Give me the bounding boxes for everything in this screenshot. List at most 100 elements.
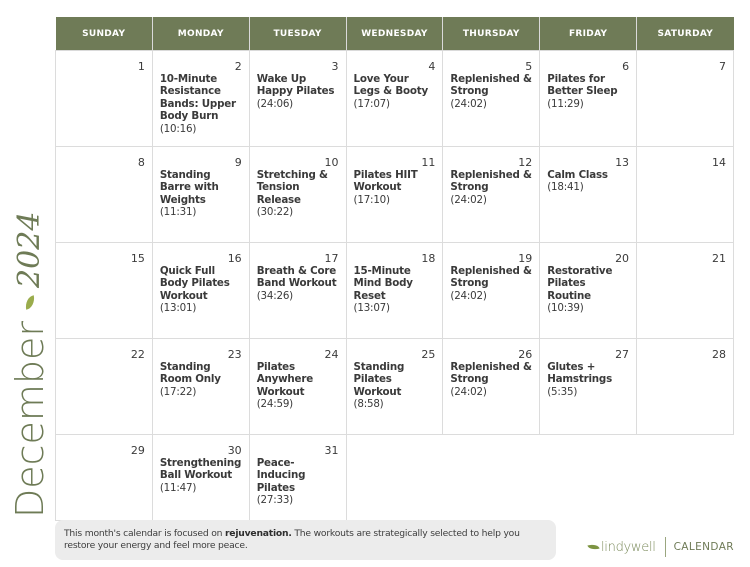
day-cell[interactable]: 31 Peace-Inducing Pilates (27:33): [248, 434, 347, 521]
workout-title[interactable]: Wake Up Happy Pilates: [257, 73, 340, 98]
workout-entry[interactable]: 15-Minute Mind Body Reset (13:07): [347, 265, 443, 315]
workout-entry[interactable]: Peace-Inducing Pilates (27:33): [250, 457, 346, 507]
workout-entry[interactable]: Love Your Legs & Booty (17:07): [347, 73, 443, 110]
workout-duration: (10:16): [159, 122, 197, 135]
day-number: 25: [421, 348, 436, 361]
day-cell[interactable]: 5 Replenished & Strong (24:02): [442, 50, 541, 147]
day-number: 28: [712, 348, 726, 361]
day-cell[interactable]: 24 Pilates Anywhere Workout (24:59): [248, 338, 347, 435]
workout-duration: (13:07): [353, 302, 391, 315]
workout-title[interactable]: Standing Room Only: [160, 361, 243, 386]
weekday-header-saturday: SATURDAY: [636, 17, 734, 51]
workout-duration: (13:01): [159, 302, 197, 315]
workout-entry[interactable]: Pilates Anywhere Workout (24:59): [250, 361, 346, 411]
day-number: 1: [137, 60, 145, 73]
leaf-icon: [587, 542, 600, 552]
workout-title[interactable]: Replenished & Strong: [450, 73, 533, 98]
workout-duration: (17:10): [353, 193, 391, 206]
day-cell[interactable]: 10 Stretching & Tension Release (30:22): [248, 146, 347, 243]
day-cell[interactable]: 13 Calm Class (18:41): [539, 146, 638, 243]
day-number: 16: [227, 252, 242, 265]
workout-title[interactable]: Stretching & Tension Release: [257, 169, 340, 206]
workout-entry[interactable]: Restorative Pilates Routine (10:39): [540, 265, 636, 315]
workout-title[interactable]: Breath & Core Band Workout: [257, 265, 340, 290]
workout-title[interactable]: Pilates for Better Sleep: [547, 73, 630, 98]
day-cell: 1: [55, 50, 153, 147]
workout-entry[interactable]: Standing Pilates Workout (8:58): [347, 361, 443, 411]
month-label: December: [8, 320, 52, 518]
workout-title[interactable]: Restorative Pilates Routine: [547, 265, 630, 302]
day-cell[interactable]: 25 Standing Pilates Workout (8:58): [345, 338, 444, 435]
day-cell[interactable]: 20 Restorative Pilates Routine (10:39): [539, 242, 638, 339]
week-row: 29 30 Strengthening Ball Workout (11:47) 31 P…: [55, 434, 734, 521]
workout-title[interactable]: Glutes + Hamstrings: [547, 361, 630, 386]
workout-entry[interactable]: Glutes + Hamstrings (5:35): [540, 361, 636, 398]
day-cell[interactable]: 18 15-Minute Mind Body Reset (13:07): [345, 242, 444, 339]
day-cell[interactable]: 4 Love Your Legs & Booty (17:07): [345, 50, 444, 147]
workout-entry[interactable]: Wake Up Happy Pilates (24:06): [250, 73, 346, 110]
workout-entry[interactable]: Stretching & Tension Release (30:22): [250, 169, 346, 219]
note-text-before: This month's calendar is focused on: [64, 528, 225, 539]
day-number: 29: [130, 444, 145, 457]
workout-entry[interactable]: Replenished & Strong (24:02): [443, 265, 539, 302]
day-cell[interactable]: 16 Quick Full Body Pilates Workout (13:01): [151, 242, 250, 339]
day-number: 27: [615, 348, 630, 361]
workout-duration: (5:35): [547, 385, 578, 398]
day-cell[interactable]: 9 Standing Barre with Weights (11:31): [151, 146, 250, 243]
workout-entry[interactable]: Replenished & Strong (24:02): [443, 361, 539, 398]
workout-entry[interactable]: Calm Class (18:41): [540, 169, 636, 194]
workout-entry[interactable]: Replenished & Strong (24:02): [443, 73, 539, 110]
day-number: 18: [421, 252, 436, 265]
day-cell[interactable]: 27 Glutes + Hamstrings (5:35): [539, 338, 638, 435]
workout-entry[interactable]: Quick Full Body Pilates Workout (13:01): [153, 265, 249, 315]
workout-title[interactable]: Peace-Inducing Pilates: [257, 457, 340, 494]
workout-title[interactable]: Replenished & Strong: [450, 361, 533, 386]
workout-entry[interactable]: Pilates HIIT Workout (17:10): [347, 169, 443, 206]
workout-title[interactable]: Calm Class: [547, 169, 630, 181]
weekday-header-sunday: SUNDAY: [55, 17, 153, 51]
day-cell[interactable]: 30 Strengthening Ball Workout (11:47): [151, 434, 250, 521]
empty-day-cell: [345, 434, 443, 521]
weekday-header-monday: MONDAY: [151, 17, 250, 51]
workout-entry[interactable]: Standing Barre with Weights (11:31): [153, 169, 249, 219]
day-cell[interactable]: 17 Breath & Core Band Workout (34:26): [248, 242, 347, 339]
workout-title[interactable]: Standing Pilates Workout: [354, 361, 437, 398]
day-cell: 8: [55, 146, 153, 243]
workout-entry[interactable]: Breath & Core Band Workout (34:26): [250, 265, 346, 302]
monthly-focus-note: This month's calendar is focused on reju…: [55, 520, 556, 560]
workout-entry[interactable]: Pilates for Better Sleep (11:29): [540, 73, 636, 110]
day-number: 4: [428, 60, 436, 73]
day-number: 10: [324, 156, 339, 169]
workout-duration: (24:02): [450, 385, 487, 398]
day-cell[interactable]: 19 Replenished & Strong (24:02): [442, 242, 541, 339]
workout-duration: (10:39): [547, 302, 584, 315]
workout-title[interactable]: Standing Barre with Weights: [160, 169, 243, 206]
weekday-header-row: SUNDAY MONDAY TUESDAY WEDNESDAY THURSDAY FRID…: [55, 17, 734, 51]
workout-entry[interactable]: Replenished & Strong (24:02): [443, 169, 539, 206]
workout-entry[interactable]: Strengthening Ball Workout (11:47): [153, 457, 249, 494]
workout-title[interactable]: Strengthening Ball Workout: [160, 457, 243, 482]
workout-title[interactable]: Replenished & Strong: [450, 265, 533, 290]
workout-title[interactable]: 10-Minute Resistance Bands: Upper Body B…: [160, 73, 243, 123]
empty-day-cell: [636, 434, 734, 521]
workout-entry[interactable]: 10-Minute Resistance Bands: Upper Body B…: [153, 73, 249, 135]
day-cell[interactable]: 23 Standing Room Only (17:22): [151, 338, 250, 435]
workout-title[interactable]: Love Your Legs & Booty: [354, 73, 437, 98]
workout-title[interactable]: Pilates HIIT Workout: [354, 169, 437, 194]
day-cell[interactable]: 2 10-Minute Resistance Bands: Upper Body …: [151, 50, 250, 147]
workout-duration: (8:58): [353, 398, 384, 411]
workout-title[interactable]: Quick Full Body Pilates Workout: [160, 265, 243, 302]
day-cell[interactable]: 3 Wake Up Happy Pilates (24:06): [248, 50, 347, 147]
day-cell[interactable]: 6 Pilates for Better Sleep (11:29): [539, 50, 638, 147]
workout-title[interactable]: Pilates Anywhere Workout: [257, 361, 340, 398]
workout-title[interactable]: Replenished & Strong: [450, 169, 533, 194]
day-cell[interactable]: 11 Pilates HIIT Workout (17:10): [345, 146, 444, 243]
workout-duration: (24:02): [450, 289, 487, 302]
workout-entry[interactable]: Standing Room Only (17:22): [153, 361, 249, 398]
day-cell[interactable]: 26 Replenished & Strong (24:02): [442, 338, 541, 435]
workout-duration: (30:22): [256, 206, 294, 219]
day-cell[interactable]: 12 Replenished & Strong (24:02): [442, 146, 541, 243]
workout-title[interactable]: 15-Minute Mind Body Reset: [354, 265, 437, 302]
note-emphasis: rejuvenation.: [224, 528, 292, 539]
day-cell: 29: [55, 434, 153, 521]
